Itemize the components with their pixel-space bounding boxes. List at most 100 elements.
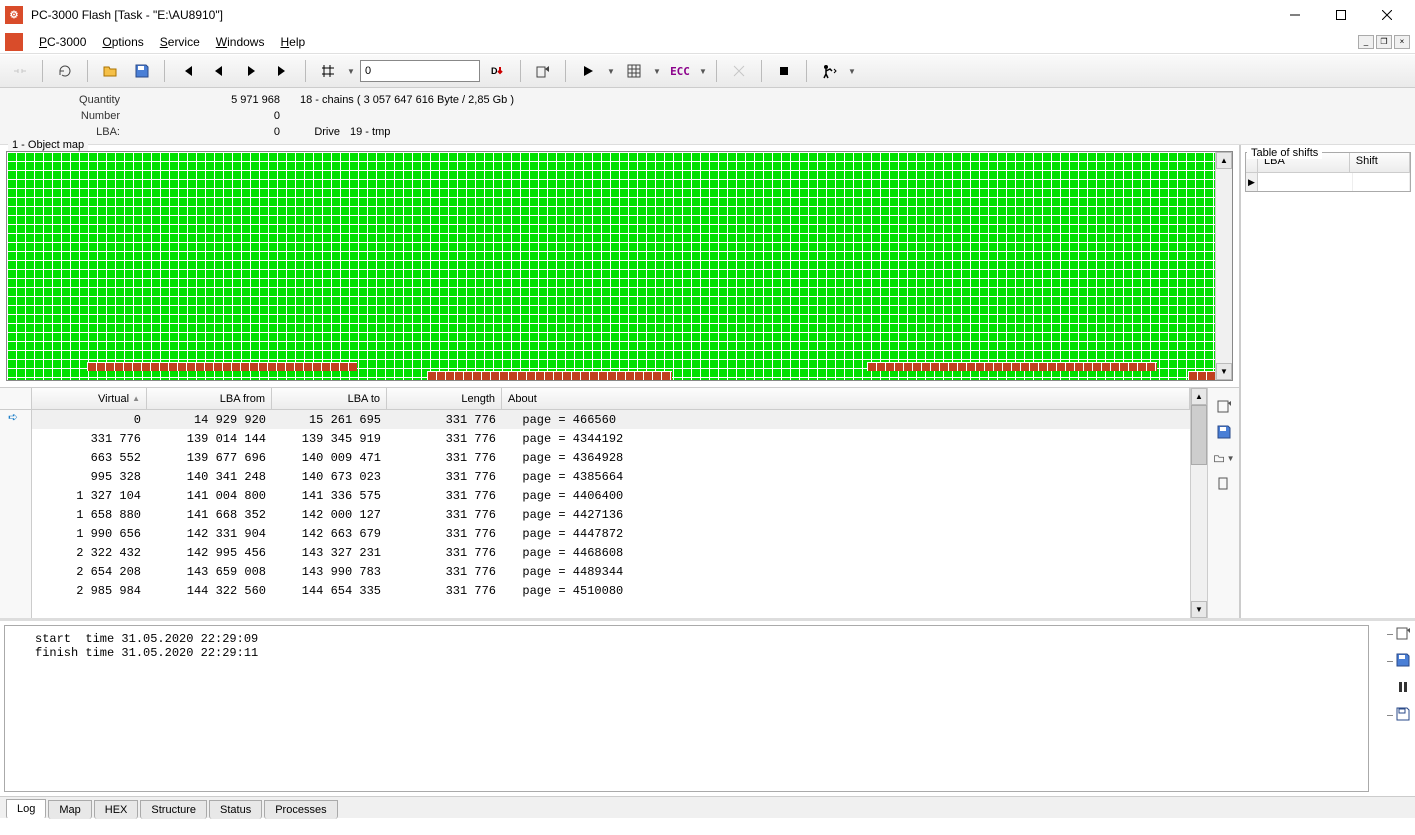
mdi-minimize-button[interactable]: _ [1358,35,1374,49]
table-row[interactable]: 663 552139 677 696140 009 471331 776 pag… [32,448,1190,467]
info-panel: Quantity 5 971 968 18 - chains ( 3 057 6… [0,88,1415,145]
col-lba-to[interactable]: LBA to [272,388,387,409]
tab-hex[interactable]: HEX [94,800,139,819]
object-map-panel: 1 - Object map ▲ ▼ [0,145,1239,387]
tool-download-arrow-button[interactable]: D [484,58,512,84]
col-lba-from[interactable]: LBA from [147,388,272,409]
nav-first-button[interactable] [173,58,201,84]
log-pause-button[interactable] [1395,679,1411,698]
table-row[interactable]: 1 327 104141 004 800141 336 575331 776 p… [32,486,1190,505]
col-virtual[interactable]: Virtual ▲ [32,388,147,409]
ecc-dropdown[interactable]: ▼ [698,67,708,76]
number-label: Number [10,110,130,122]
tab-structure[interactable]: Structure [140,800,207,819]
shifts-col-shift[interactable]: Shift [1350,153,1410,172]
hash-dropdown[interactable]: ▼ [346,67,356,76]
minimize-button[interactable] [1272,0,1318,30]
nav-last-button[interactable] [269,58,297,84]
number-input[interactable] [360,60,480,82]
col-about[interactable]: About [502,388,1190,409]
shifts-row-marker-icon: ▶ [1246,173,1258,191]
table-row-indicator-column: ➪ [0,388,32,618]
object-map-title: 1 - Object map [8,139,88,151]
mdi-restore-button[interactable]: ❐ [1376,35,1392,49]
tab-map[interactable]: Map [48,800,91,819]
log-side-toolbar [1373,621,1415,796]
log-save-as-button[interactable] [1395,706,1411,725]
side-open-button[interactable]: ▼ [1212,446,1236,470]
tool-stop-button[interactable] [770,58,798,84]
tool-open-button[interactable] [96,58,124,84]
play-dropdown[interactable]: ▼ [606,67,616,76]
object-map-error-region [427,371,672,380]
grid-dropdown[interactable]: ▼ [652,67,662,76]
close-button[interactable] [1364,0,1410,30]
table-row[interactable]: 2 985 984144 322 560144 654 335331 776 p… [32,581,1190,600]
shifts-title: Table of shifts [1247,147,1322,159]
mdi-controls: _ ❐ × [1358,35,1410,49]
tool-ecc-button[interactable]: ECC [666,58,694,84]
maximize-button[interactable] [1318,0,1364,30]
tool-refresh-button[interactable] [51,58,79,84]
data-table-panel: ➪ Virtual ▲ LBA from LBA to Length About… [0,387,1239,618]
exit-dropdown[interactable]: ▼ [847,67,857,76]
drive-label: Drive [290,126,350,138]
object-map-error-region [1188,371,1215,380]
menu-pc-3000[interactable]: PC-3000 [31,32,94,52]
number-value: 0 [130,110,290,122]
nav-next-button[interactable] [237,58,265,84]
tab-log[interactable]: Log [6,799,46,819]
menu-service[interactable]: Service [152,32,208,52]
scroll-down-button[interactable]: ▼ [1216,363,1232,380]
log-panel: start time 31.05.2020 22:29:09 finish ti… [0,618,1415,818]
tool-save-button[interactable] [128,58,156,84]
tool-settings-button[interactable] [725,58,753,84]
chains-info: 18 - chains ( 3 057 647 616 Byte / 2,85 … [290,94,514,106]
side-refresh-button[interactable] [1212,394,1236,418]
lba-label: LBA: [10,126,130,138]
object-map-scrollbar[interactable]: ▲ ▼ [1215,152,1232,380]
table-row[interactable]: 1 990 656142 331 904142 663 679331 776 p… [32,524,1190,543]
tab-status[interactable]: Status [209,800,262,819]
tool-export-button[interactable] [529,58,557,84]
side-copy-button[interactable] [1212,472,1236,496]
scroll-down-button[interactable]: ▼ [1191,601,1207,618]
menu-options[interactable]: Options [94,32,151,52]
table-row[interactable]: 995 328140 341 248140 673 023331 776 pag… [32,467,1190,486]
menu-help[interactable]: Help [272,32,313,52]
titlebar: ⚙ PC-3000 Flash [Task - "E:\AU8910"] [0,0,1415,30]
log-save-button[interactable] [1395,652,1411,671]
toolbar: ▼ D ▼ ▼ ECC ▼ ▼ [0,54,1415,88]
log-export-button[interactable] [1395,625,1411,644]
tool-disconnect-button[interactable] [6,58,34,84]
menu-windows[interactable]: Windows [208,32,273,52]
quantity-value: 5 971 968 [130,94,290,106]
table-row[interactable]: 014 929 92015 261 695331 776 page = 4665… [32,410,1190,429]
tool-grid-button[interactable] [620,58,648,84]
app-icon: ⚙ [5,6,23,24]
lba-value: 0 [130,126,290,138]
table-row[interactable]: 331 776139 014 144139 345 919331 776 pag… [32,429,1190,448]
nav-prev-button[interactable] [205,58,233,84]
bottom-tabs: LogMapHEXStructureStatusProcesses [0,796,1415,818]
tool-hash-button[interactable] [314,58,342,84]
table-row[interactable]: 2 322 432142 995 456143 327 231331 776 p… [32,543,1190,562]
svg-text:D: D [491,66,498,76]
object-map-grid[interactable] [7,152,1215,380]
scroll-up-button[interactable]: ▲ [1216,152,1232,169]
log-text[interactable]: start time 31.05.2020 22:29:09 finish ti… [4,625,1369,792]
tool-play-button[interactable] [574,58,602,84]
col-length[interactable]: Length [387,388,502,409]
table-side-toolbar: ▼ [1207,388,1239,618]
table-header: Virtual ▲ LBA from LBA to Length About [32,388,1190,410]
tab-processes[interactable]: Processes [264,800,337,819]
mdi-close-button[interactable]: × [1394,35,1410,49]
shifts-row[interactable]: ▶ [1246,173,1410,191]
scroll-up-button[interactable]: ▲ [1191,388,1207,405]
side-save-button[interactable] [1212,420,1236,444]
tool-exit-button[interactable] [815,58,843,84]
scroll-thumb[interactable] [1191,405,1207,465]
table-row[interactable]: 2 654 208143 659 008143 990 783331 776 p… [32,562,1190,581]
table-scrollbar[interactable]: ▲ ▼ [1190,388,1207,618]
table-row[interactable]: 1 658 880141 668 352142 000 127331 776 p… [32,505,1190,524]
